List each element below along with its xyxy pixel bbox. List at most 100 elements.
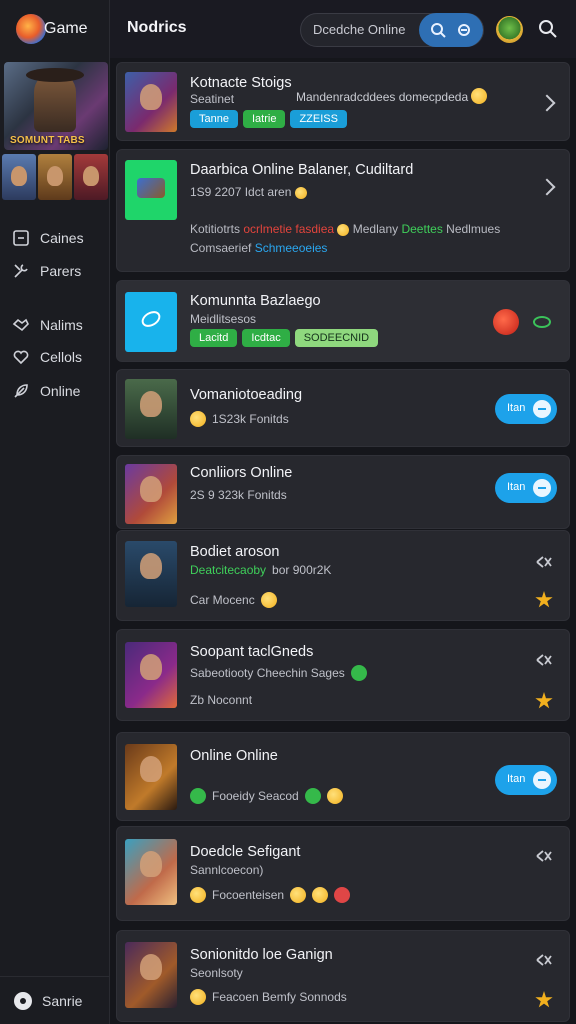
sidebar-item-label: Cellols [40,349,83,365]
app-name: Game [44,20,88,37]
card-description: Mandenradcddees domecpdeda [296,88,488,104]
star-small-icon [337,224,350,236]
list-item[interactable]: Vomaniotoeading 1S23k Fonitds Itan [116,369,570,447]
sidebar-item-cellols[interactable]: Cellols [0,343,110,371]
tag[interactable]: ZZEISS [290,110,347,128]
smile-emoji-icon [290,887,307,903]
sidebar-item-online[interactable]: Online [0,377,110,405]
mute-icon[interactable] [535,849,553,863]
leaf-icon [138,307,164,331]
play-toggle[interactable]: Itan [495,765,557,795]
smile-emoji-icon [190,989,206,1005]
record-icon[interactable] [493,309,519,335]
card-subtitle-text: 1S9 2207 Idct aren [190,185,292,199]
green-emoji-icon [350,665,367,681]
list-item[interactable]: Kotnacte Stoigs Seatinet Mandenradcddees… [116,62,570,141]
gear-icon [14,991,32,1010]
green-emoji-icon [190,788,206,804]
sidebar-item-caines[interactable]: Caines [0,224,110,252]
card-title: Daarbica Online Balaner, Cudiltard [190,162,414,178]
sidebar-settings[interactable]: Sanrie [0,976,110,1024]
list-item[interactable]: Online Online Fooeidy Seacod Itan [116,732,570,821]
star-icon[interactable] [535,692,553,709]
list-item[interactable]: Conliiors Online 2S 9 323k Fonitds Itan [116,455,570,529]
card-meta-text: Car Mocenc [190,593,255,607]
tag[interactable]: SODEECNID [294,329,379,347]
card-subtitle: 1S23k Fonitds [212,412,289,426]
list-item[interactable]: Sonionitdo loe Ganign Seonlsoty Feacoen … [116,930,570,1022]
toggle-knob [533,479,551,497]
star-icon[interactable] [535,591,553,608]
card-description: Kotitiotrts ocrlmetie fasdiea Medlany De… [190,222,500,236]
chevron-right-icon[interactable] [538,94,556,112]
card-subtitle-green: Deatcitecaoby [190,563,267,577]
list-item[interactable]: Komunnta Bazlaego Meidlitsesos Lacitd Ic… [116,280,570,362]
desc-part: Medlany [352,222,399,236]
sidebar-footer-label: Sanrie [42,992,83,1009]
featured-banner[interactable]: SOMUNT TABS [4,62,108,150]
sidebar: Game SOMUNT TABS Caines Parers Nalims Ce… [0,0,110,1024]
card-meta: Feacoen Bemfy Sonnods [190,989,347,1005]
green-emoji-icon [304,788,321,804]
star-icon[interactable] [535,991,553,1008]
game-thumbnail [125,642,177,708]
game-thumbnail [125,744,177,810]
game-thumbnail [125,464,177,524]
game-thumbnail [125,160,177,220]
mute-icon[interactable] [535,953,553,967]
search-bar [300,13,484,47]
top-header: Nodrics [110,0,576,58]
card-title: Soopant taclGneds [190,644,314,660]
card-meta: 1S23k Fonitds [190,411,289,427]
card-meta-text: Zb Noconnt [190,693,253,707]
hero-thumbnail[interactable] [74,154,108,200]
app-logo[interactable]: Game [0,0,110,58]
avatar[interactable] [496,16,523,43]
card-title: Kotnacte Stoigs [190,75,292,91]
card-meta: Car Mocenc [190,592,277,608]
card-subtitle: Deatcitecaoby bor 900r2K [190,563,331,577]
tag[interactable]: Lacitd [190,329,238,347]
hero-strip [0,154,110,200]
list-item[interactable]: Doedcle Sefigant Sannlcoecon) Focoenteis… [116,826,570,921]
list-item[interactable]: Soopant taclGneds Sabeotiooty Cheechin S… [116,629,570,721]
game-thumbnail [125,839,177,905]
handshake-icon [12,318,29,332]
card-title: Online Online [190,748,278,764]
card-meta-text: Feacoen Bemfy Sonnods [212,990,347,1004]
sidebar-item-parers[interactable]: Parers [0,257,110,285]
mute-icon[interactable] [535,653,553,667]
play-toggle[interactable]: Itan [495,394,557,424]
search-input[interactable] [313,22,421,37]
tag[interactable]: Iatrie [242,110,286,128]
smile-emoji-icon [190,887,206,903]
chevron-right-icon[interactable] [538,178,556,196]
card-subtitle: 2S 9 323k Fonitds [190,488,287,502]
banner-hat [26,68,84,82]
toggle-label: Itan [507,481,526,493]
card-title: Conliiors Online [190,465,293,481]
search-button[interactable] [419,13,483,47]
play-toggle[interactable]: Itan [495,473,557,503]
list-item[interactable]: Daarbica Online Balaner, Cudiltard 1S9 2… [116,149,570,272]
card-subtitle-text: Sabeotiooty Cheechin Sages [190,666,345,680]
desc-part: Kotitiotrts [190,222,241,236]
logo-icon [16,14,46,44]
square-dash-icon [13,230,29,246]
desc-part: Comsaerief [190,241,252,255]
search-icon[interactable] [538,19,558,39]
game-thumbnail [125,292,177,352]
sidebar-item-nalims[interactable]: Nalims [0,311,110,339]
tag[interactable]: Tanne [190,110,238,128]
smile-emoji-icon [326,788,343,804]
hero-thumbnail[interactable] [2,154,36,200]
leaf-icon[interactable] [533,316,551,328]
card-subtitle: 1S9 2207 Idct aren [190,185,307,199]
tag[interactable]: Icdtac [242,329,290,347]
banner-title: SOMUNT TABS [10,135,85,146]
tag-list: Lacitd Icdtac SODEECNID [190,329,379,347]
card-meta-text: Focoenteisen [212,888,285,902]
list-item[interactable]: Bodiet aroson Deatcitecaoby bor 900r2K C… [116,530,570,621]
mute-icon[interactable] [535,555,553,569]
hero-thumbnail[interactable] [38,154,72,200]
